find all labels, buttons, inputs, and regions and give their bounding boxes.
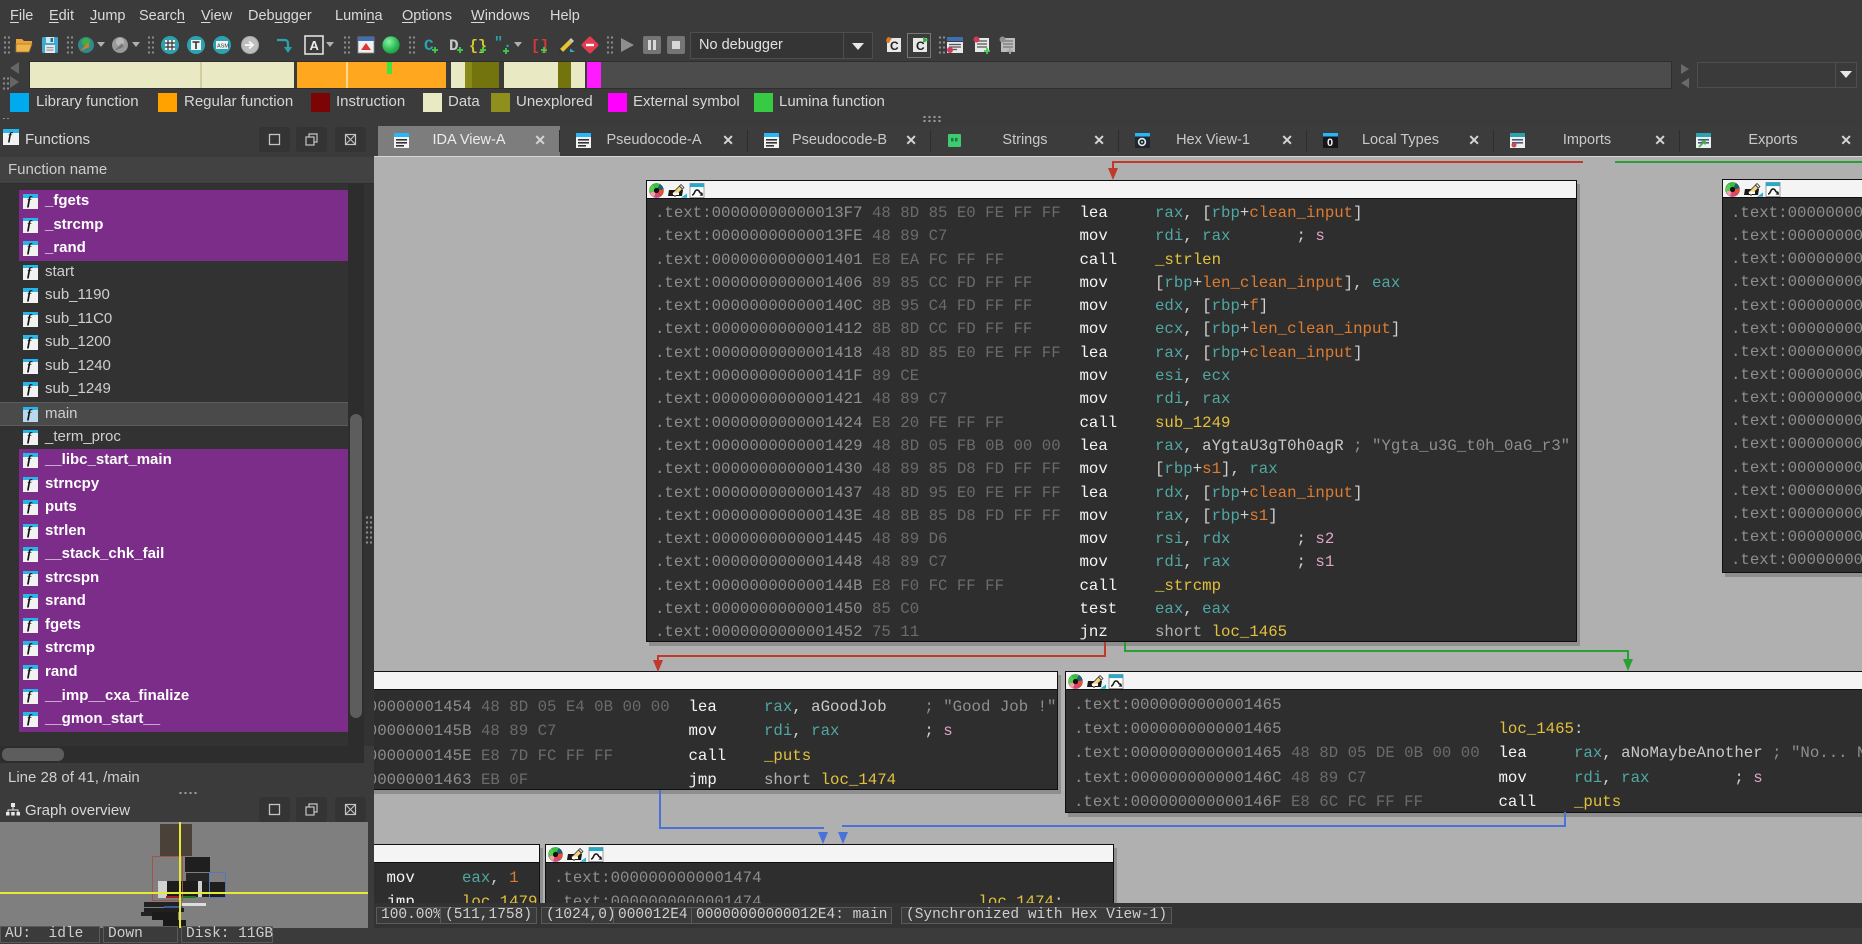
svg-text:{}: {}: [469, 38, 487, 55]
svg-text:"..": "..": [494, 35, 512, 52]
svg-text:[]: []: [531, 38, 549, 55]
svg-text:A: A: [310, 38, 320, 53]
svg-text:C: C: [890, 39, 899, 53]
svg-text:ASM: ASM: [217, 44, 229, 50]
svg-text:C: C: [424, 37, 434, 55]
svg-text:D: D: [449, 37, 459, 55]
